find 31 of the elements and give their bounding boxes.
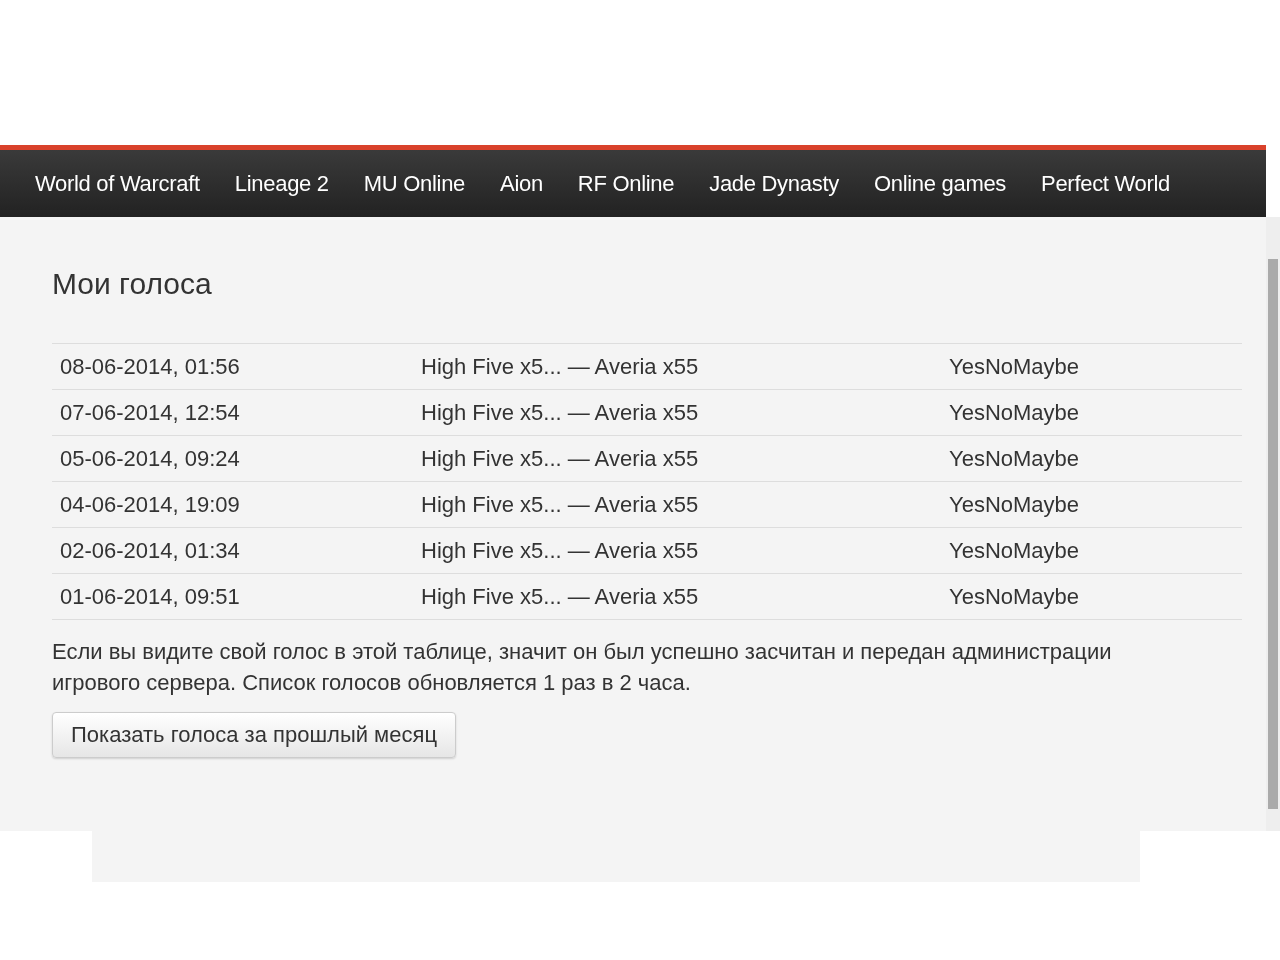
server-cell: High Five x5... — Averia x55 bbox=[413, 389, 941, 436]
server-cell: High Five x5... — Averia x55 bbox=[413, 343, 941, 390]
nav-link[interactable]: Lineage 2 bbox=[234, 170, 329, 197]
user-cell: YesNoMaybe bbox=[941, 481, 1242, 528]
user-cell: YesNoMaybe bbox=[941, 435, 1242, 482]
nav-link[interactable]: Aion bbox=[500, 170, 543, 197]
date-cell: 05-06-2014, 09:24 bbox=[52, 435, 413, 482]
server-cell: High Five x5... — Averia x55 bbox=[413, 573, 941, 620]
scrollbar[interactable] bbox=[1266, 217, 1280, 831]
date-cell: 08-06-2014, 01:56 bbox=[52, 343, 413, 390]
nav-link[interactable]: World of Warcraft bbox=[35, 170, 200, 197]
nav-link[interactable]: Perfect World bbox=[1041, 170, 1170, 197]
user-cell: YesNoMaybe bbox=[941, 343, 1242, 390]
date-cell: 02-06-2014, 01:34 bbox=[52, 527, 413, 574]
server-cell: High Five x5... — Averia x55 bbox=[413, 435, 941, 482]
server-cell: High Five x5... — Averia x55 bbox=[413, 527, 941, 574]
page-title: Мои голоса bbox=[52, 267, 213, 301]
date-cell: 04-06-2014, 19:09 bbox=[52, 481, 413, 528]
nav-link[interactable]: MU Online bbox=[363, 170, 465, 197]
server-cell: High Five x5... — Averia x55 bbox=[413, 481, 941, 528]
nav-link[interactable]: Online games bbox=[873, 170, 1007, 197]
user-cell: YesNoMaybe bbox=[941, 573, 1242, 620]
scrollbar-thumb[interactable] bbox=[1268, 259, 1278, 809]
nav-link[interactable]: Jade Dynasty bbox=[709, 170, 839, 197]
date-cell: 07-06-2014, 12:54 bbox=[52, 389, 413, 436]
user-cell: YesNoMaybe bbox=[941, 389, 1242, 436]
nav-link[interactable]: RF Online bbox=[577, 170, 675, 197]
date-cell: 01-06-2014, 09:51 bbox=[52, 573, 413, 620]
info-text: Если вы видите свой голос в этой таблице, значит он был успешно засчитан и передан администрации игрового сервера. Список голосов обновляется 1 раз в 2 часа. bbox=[52, 638, 1113, 697]
show-last-month-button[interactable]: Показать голоса за прошлый месяц bbox=[52, 712, 456, 758]
user-cell: YesNoMaybe bbox=[941, 527, 1242, 574]
